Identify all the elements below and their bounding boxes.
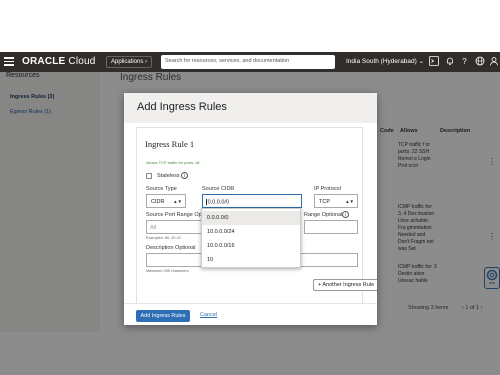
dialog-footer: Add Ingress Rules Cancel xyxy=(124,303,377,325)
info-icon[interactable]: i xyxy=(342,211,349,218)
destination-port-label: Range Optional xyxy=(304,212,343,218)
source-type-select[interactable]: CIDR ▲▼ xyxy=(146,194,186,208)
ip-protocol-value: TCP xyxy=(319,199,330,205)
another-ingress-rule-button[interactable]: + Another Ingress Rule xyxy=(313,279,377,291)
text-caret xyxy=(206,199,207,205)
help-icon[interactable]: ? xyxy=(459,56,470,67)
stateless-label: Stateless xyxy=(157,173,180,179)
cidr-suggestion-item[interactable]: 10 xyxy=(202,253,300,267)
oracle-cloud-logo[interactable]: ORACLE Cloud xyxy=(22,56,96,67)
dialog-title: Add Ingress Rules xyxy=(137,101,227,113)
cidr-suggestion-item[interactable]: 10.0.0.0/16 xyxy=(202,239,300,253)
source-cidr-value: 0.0.0.0/0 xyxy=(207,199,230,206)
region-selector[interactable]: India South (Hyderabad) ⌄ xyxy=(346,57,424,65)
info-icon[interactable]: i xyxy=(181,172,188,179)
profile-icon[interactable] xyxy=(488,56,499,67)
source-port-placeholder: All xyxy=(150,225,157,231)
chevron-down-icon: ▲▼ xyxy=(345,199,354,204)
applications-button[interactable]: Applications › xyxy=(106,56,153,68)
ip-protocol-select[interactable]: TCP ▲▼ xyxy=(314,194,358,208)
description-label: Description Optional xyxy=(146,245,196,251)
cidr-suggestion-item[interactable]: 0.0.0.0/0 xyxy=(202,211,300,225)
destination-port-input[interactable] xyxy=(304,220,358,234)
dialog-header: Add Ingress Rules xyxy=(124,93,377,123)
top-navigation-bar: ORACLE Cloud Applications › Search for r… xyxy=(0,52,500,72)
ip-protocol-label: IP Protocol xyxy=(314,186,341,192)
cloud-shell-icon[interactable] xyxy=(428,56,439,67)
globe-icon[interactable] xyxy=(474,56,485,67)
rule-summary: Allows TCP traffic for ports: all xyxy=(146,160,200,165)
source-port-hint: Examples: 80, 20-22 xyxy=(146,236,181,240)
source-port-label: Source Port Range Op xyxy=(146,212,202,218)
bell-icon[interactable] xyxy=(444,56,455,67)
hamburger-icon[interactable] xyxy=(4,57,14,67)
source-cidr-input[interactable]: 0.0.0.0/0 xyxy=(202,194,302,208)
source-port-input[interactable]: All xyxy=(146,220,202,234)
description-hint: Maximum 255 characters xyxy=(146,269,189,273)
screen: ORACLE Cloud Applications › Search for r… xyxy=(0,0,500,375)
add-ingress-rules-button[interactable]: Add Ingress Rules xyxy=(136,310,190,322)
rule-title: Ingress Rule 1 xyxy=(145,139,195,149)
source-type-value: CIDR xyxy=(151,199,165,205)
stateless-checkbox[interactable] xyxy=(146,173,152,179)
cancel-link[interactable]: Cancel xyxy=(200,312,217,318)
chevron-down-icon: ▲▼ xyxy=(173,199,182,204)
source-cidr-label: Source CIDR xyxy=(202,186,235,192)
cidr-suggestion-item[interactable]: 10.0.0.0/24 xyxy=(202,225,300,239)
cidr-suggestions-dropdown: 0.0.0.0/0 10.0.0.0/24 10.0.0.0/16 10 xyxy=(201,208,301,268)
search-input[interactable]: Search for resources, services, and docu… xyxy=(161,55,335,69)
source-type-label: Source Type xyxy=(146,186,177,192)
